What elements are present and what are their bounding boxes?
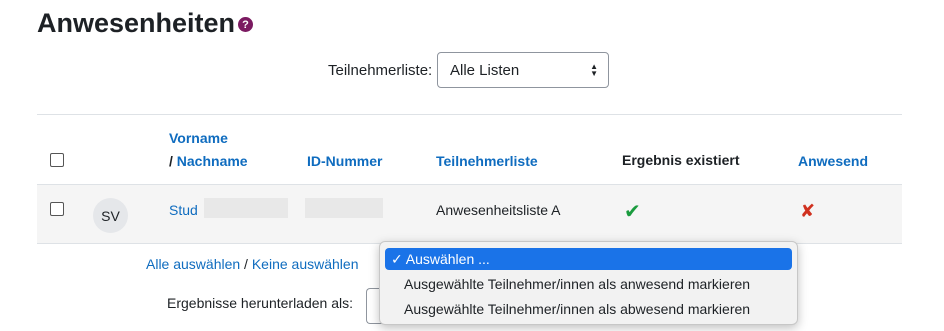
selection-separator: / [240, 256, 252, 272]
select-all-checkbox[interactable] [50, 153, 64, 167]
download-label: Ergebnisse herunterladen als: [167, 295, 354, 311]
redacted-name [204, 198, 288, 218]
row-checkbox[interactable] [50, 202, 64, 216]
check-icon: ✓ [391, 250, 403, 267]
participant-list-cell: Anwesenheitsliste A [436, 202, 561, 218]
participant-list-select[interactable]: Alle Listen ▲ ▼ [437, 52, 609, 88]
page-title-text: Anwesenheiten [37, 8, 236, 38]
action-option-select[interactable]: ✓ Auswählen ... [385, 248, 792, 270]
action-option-label: Auswählen ... [405, 251, 490, 267]
select-none-link[interactable]: Keine auswählen [252, 256, 359, 272]
student-name-link[interactable]: Stud [169, 202, 198, 218]
cross-icon: ✘ [800, 201, 816, 221]
select-links: Alle auswählen / Keine auswählen [146, 256, 358, 272]
header-nachname: / Nachname [169, 153, 248, 169]
help-icon[interactable]: ? [238, 17, 254, 32]
action-option-present[interactable]: Ausgewählte Teilnehmer/innen als anwesen… [385, 273, 792, 295]
page-title: Anwesenheiten ? [37, 8, 254, 39]
action-dropdown[interactable]: ✓ Auswählen ... Ausgewählte Teilnehmer/in… [379, 241, 798, 325]
table-top-divider [37, 114, 902, 115]
avatar: SV [93, 198, 128, 233]
select-arrows-icon: ▲ ▼ [590, 62, 598, 78]
table-header-divider [37, 184, 902, 185]
header-teilnehmerliste[interactable]: Teilnehmerliste [436, 153, 538, 169]
header-ergebnis: Ergebnis existiert [622, 152, 740, 168]
header-nachname-prefix: / [169, 153, 177, 169]
header-id[interactable]: ID-Nummer [307, 153, 382, 169]
participant-list-value: Alle Listen [450, 61, 520, 79]
redacted-id [305, 198, 383, 218]
header-anwesend[interactable]: Anwesend [798, 153, 868, 169]
filter-label: Teilnehmerliste: [328, 62, 433, 79]
action-option-absent[interactable]: Ausgewählte Teilnehmer/innen als abwesen… [385, 298, 792, 320]
select-all-link[interactable]: Alle auswählen [146, 256, 240, 272]
header-nachname-link[interactable]: Nachname [177, 153, 248, 169]
header-vorname[interactable]: Vorname [169, 130, 228, 146]
checkmark-icon: ✔ [624, 201, 641, 223]
